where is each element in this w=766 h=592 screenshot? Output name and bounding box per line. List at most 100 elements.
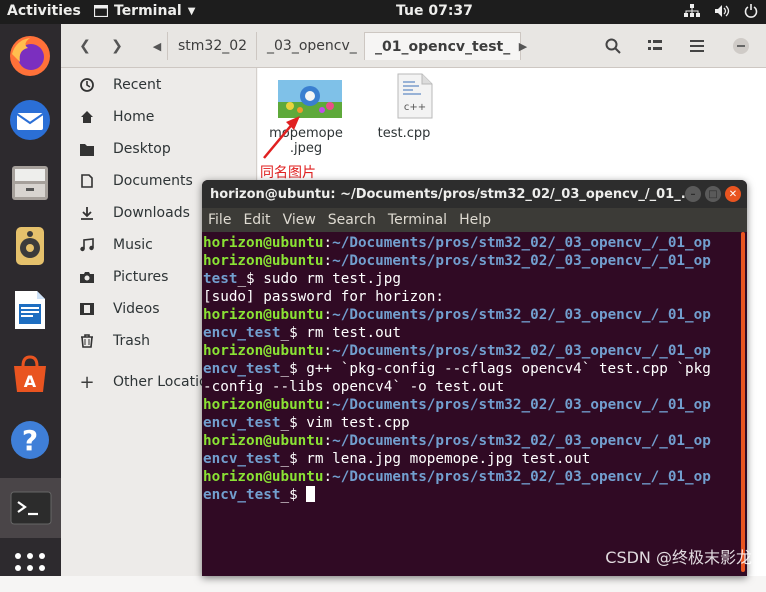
search-icon [605, 38, 621, 54]
music-note-icon [61, 238, 113, 252]
caret-down-icon: ▼ [187, 5, 196, 17]
help-icon[interactable]: ? [6, 416, 54, 464]
show-apps-icon[interactable] [6, 544, 54, 592]
menu-button[interactable] [681, 32, 713, 60]
terminal-line: horizon@ubuntu:~/Documents/pros/stm32_02… [203, 433, 711, 449]
chevron-left-icon: ❮ [79, 38, 91, 54]
activities-button[interactable]: Activities [7, 3, 81, 19]
dock: A ? [0, 24, 61, 576]
minimize-icon: – [690, 188, 696, 200]
terminal-icon[interactable] [0, 478, 61, 538]
home-icon [61, 110, 113, 124]
app-menu[interactable]: Terminal ▼ [94, 3, 195, 19]
terminal-line: horizon@ubuntu:~/Documents/pros/stm32_02… [203, 235, 711, 251]
terminal-line: encv_test_$ [203, 486, 735, 504]
terminal-line: horizon@ubuntu:~/Documents/pros/stm32_02… [203, 469, 711, 485]
menu-search[interactable]: Search [328, 212, 376, 228]
menu-help[interactable]: Help [459, 212, 491, 228]
sidebar-item-label: Desktop [113, 141, 171, 157]
sidebar-item-label: Recent [113, 77, 162, 93]
terminal-output[interactable]: horizon@ubuntu:~/Documents/pros/stm32_02… [202, 232, 747, 576]
file-item-cpp[interactable]: c++ test.cpp [364, 72, 444, 141]
menu-terminal[interactable]: Terminal [388, 212, 447, 228]
minimize-icon [733, 38, 749, 54]
sidebar-item-label: Pictures [113, 269, 169, 285]
chevron-right-icon: ❯ [111, 38, 123, 54]
maximize-icon: □ [708, 188, 718, 200]
minimize-button[interactable] [725, 32, 757, 60]
sidebar-item-home[interactable]: Home [61, 101, 257, 133]
terminal-titlebar[interactable]: horizon@ubuntu: ~/Documents/pros/stm32_0… [202, 180, 747, 208]
search-button[interactable] [597, 32, 629, 60]
terminal-line: horizon@ubuntu:~/Documents/pros/stm32_02… [203, 253, 711, 269]
download-icon [61, 206, 113, 220]
sidebar-item-label: Home [113, 109, 155, 125]
file-name: test.cpp [377, 126, 431, 141]
terminal-line: [sudo] password for horizon: [203, 289, 445, 305]
terminal-close-button[interactable]: ✕ [725, 186, 741, 202]
view-toggle-button[interactable] [639, 32, 671, 60]
terminal-line: encv_test_$ g++ `pkg-config --cflags ope… [203, 361, 711, 377]
cpp-file-icon: c++ [397, 73, 432, 119]
sidebar-item-label: Music [113, 237, 153, 253]
text-cursor [306, 486, 316, 502]
terminal-line: encv_test_$ rm lena.jpg mopemope.jpg tes… [203, 451, 591, 467]
terminal-line: encv_test_$ vim test.cpp [203, 415, 410, 431]
breadcrumb-scroll-right[interactable]: ▶ [509, 32, 537, 60]
red-arrow-annotation [263, 116, 300, 159]
sidebar-item-desktop[interactable]: Desktop [61, 133, 257, 165]
menu-file[interactable]: File [208, 212, 231, 228]
menu-edit[interactable]: Edit [243, 212, 270, 228]
terminal-title: horizon@ubuntu: ~/Documents/pros/stm32_0… [210, 186, 696, 202]
sidebar-item-label: Documents [113, 173, 193, 189]
terminal-line: -config --libs opencv4` -o test.out [203, 379, 505, 395]
files-icon[interactable] [6, 158, 54, 206]
terminal-line: horizon@ubuntu:~/Documents/pros/stm32_02… [203, 307, 711, 323]
terminal-minimize-button[interactable]: – [685, 186, 701, 202]
firefox-icon[interactable] [6, 32, 54, 80]
camera-icon [61, 271, 113, 283]
document-icon [61, 174, 113, 188]
triangle-left-icon: ◀ [152, 39, 162, 53]
system-tray[interactable] [684, 4, 758, 22]
hamburger-icon [690, 40, 704, 52]
film-icon [61, 303, 113, 315]
menu-view[interactable]: View [283, 212, 316, 228]
power-icon [744, 4, 758, 22]
thunderbird-icon[interactable] [6, 96, 54, 144]
svg-text:c++: c++ [403, 102, 425, 113]
writer-icon[interactable] [6, 286, 54, 334]
terminal-line: encv_test_$ rm test.out [203, 325, 401, 341]
breadcrumb-item[interactable]: stm32_02 [167, 32, 257, 60]
svg-text:?: ? [22, 424, 38, 457]
terminal-line: test_$ sudo rm test.jpg [203, 271, 401, 287]
sidebar-item-label: Downloads [113, 205, 190, 221]
top-bar: Activities Terminal ▼ Tue 07:37 [0, 0, 766, 24]
back-button[interactable]: ❮ [71, 32, 99, 60]
annotation-label: 同名图片 [260, 165, 316, 181]
sidebar-item-label: Videos [113, 301, 160, 317]
forward-button[interactable]: ❯ [103, 32, 131, 60]
terminal-small-icon [94, 5, 108, 17]
sidebar-item-label: Trash [113, 333, 150, 349]
rhythmbox-icon[interactable] [6, 222, 54, 270]
software-icon[interactable]: A [6, 350, 54, 398]
app-name: Terminal [114, 3, 182, 19]
breadcrumb-item-current[interactable]: _01_opencv_test_ [364, 32, 522, 60]
sidebar-item-recent[interactable]: Recent [61, 69, 257, 101]
terminal-window[interactable]: horizon@ubuntu: ~/Documents/pros/stm32_0… [202, 180, 747, 576]
trash-icon [61, 334, 113, 348]
breadcrumb-item[interactable]: _03_opencv_ [256, 32, 367, 60]
terminal-line: horizon@ubuntu:~/Documents/pros/stm32_02… [203, 397, 711, 413]
plus-icon: + [79, 371, 95, 393]
terminal-line: horizon@ubuntu:~/Documents/pros/stm32_02… [203, 343, 711, 359]
svg-text:A: A [24, 372, 37, 391]
volume-icon [714, 4, 730, 22]
files-headerbar: ❮ ❯ ◀ stm32_02 _03_opencv_ _01_opencv_te… [61, 24, 766, 68]
terminal-scrollbar[interactable] [741, 232, 745, 572]
clock[interactable]: Tue 07:37 [396, 3, 473, 19]
folder-icon [61, 143, 113, 156]
clock-icon [61, 78, 113, 92]
list-view-icon [648, 40, 662, 50]
terminal-maximize-button[interactable]: □ [705, 186, 721, 202]
